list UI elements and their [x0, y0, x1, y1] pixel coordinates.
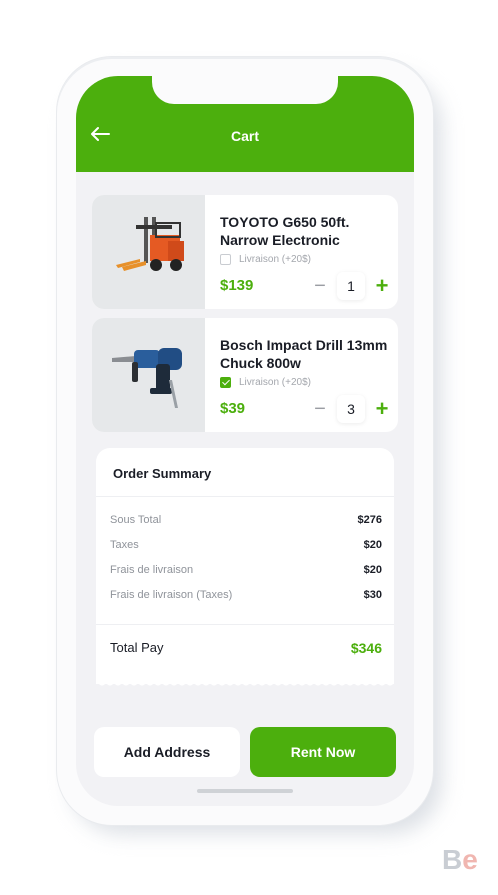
quantity-value: 3: [337, 395, 365, 423]
total-pay-row: Total Pay $346: [110, 640, 382, 656]
order-summary: Order Summary Sous Total $276 Taxes $20 …: [96, 448, 394, 684]
delivery-checkbox[interactable]: [220, 377, 231, 388]
quantity-value: 1: [337, 272, 365, 300]
divider: [96, 624, 394, 625]
summary-title: Order Summary: [113, 466, 212, 481]
page-title: Cart: [230, 128, 259, 144]
summary-row-value: $276: [357, 514, 382, 526]
home-indicator: [197, 789, 293, 793]
delivery-option[interactable]: Livraison (+20$): [220, 377, 311, 388]
rent-now-button[interactable]: Rent Now: [250, 727, 396, 777]
summary-row-value: $30: [363, 589, 382, 601]
plus-icon[interactable]: +: [374, 398, 390, 420]
summary-row-label: Frais de livraison (Taxes): [110, 589, 233, 601]
app-header: Cart: [76, 76, 414, 172]
divider: [96, 496, 394, 497]
plus-icon[interactable]: +: [374, 275, 390, 297]
product-image-forklift: [92, 195, 205, 309]
summary-row-value: $20: [363, 564, 382, 576]
product-name: Bosch Impact Drill 13mm Chuck 800w: [220, 337, 388, 371]
product-price: $39: [220, 400, 246, 417]
minus-icon[interactable]: −: [312, 276, 328, 296]
summary-row-label: Taxes: [110, 539, 139, 551]
delivery-label: Livraison (+20$): [239, 254, 311, 265]
quantity-stepper: − 1 +: [312, 271, 390, 301]
total-pay-value: $346: [350, 640, 382, 656]
summary-row-label: Frais de livraison: [110, 564, 194, 576]
summary-row: Sous Total $276: [110, 514, 382, 526]
delivery-option[interactable]: Livraison (+20$): [220, 254, 311, 265]
behance-watermark: Be: [442, 844, 478, 875]
summary-row-label: Sous Total: [110, 514, 162, 526]
phone-notch: [152, 76, 338, 104]
minus-icon[interactable]: −: [312, 399, 328, 419]
product-price: $139: [220, 277, 254, 294]
cart-item[interactable]: Bosch Impact Drill 13mm Chuck 800w Livra…: [92, 318, 398, 432]
app-screen: Cart TOYOTO G650 50ft. Narrow Electronic…: [76, 76, 414, 806]
product-image-drill: [92, 318, 205, 432]
summary-row: Frais de livraison (Taxes) $30: [110, 589, 382, 601]
product-name: TOYOTO G650 50ft. Narrow Electronic: [220, 214, 350, 248]
total-pay-label: Total Pay: [110, 640, 164, 655]
summary-row-value: $20: [363, 539, 382, 551]
quantity-stepper: − 3 +: [312, 394, 390, 424]
cart-item[interactable]: TOYOTO G650 50ft. Narrow Electronic Livr…: [92, 195, 398, 309]
add-address-button[interactable]: Add Address: [94, 727, 240, 777]
summary-row: Taxes $20: [110, 539, 382, 551]
summary-row: Frais de livraison $20: [110, 564, 382, 576]
delivery-label: Livraison (+20$): [239, 377, 311, 388]
delivery-checkbox[interactable]: [220, 254, 231, 265]
receipt-edge: [96, 680, 394, 686]
